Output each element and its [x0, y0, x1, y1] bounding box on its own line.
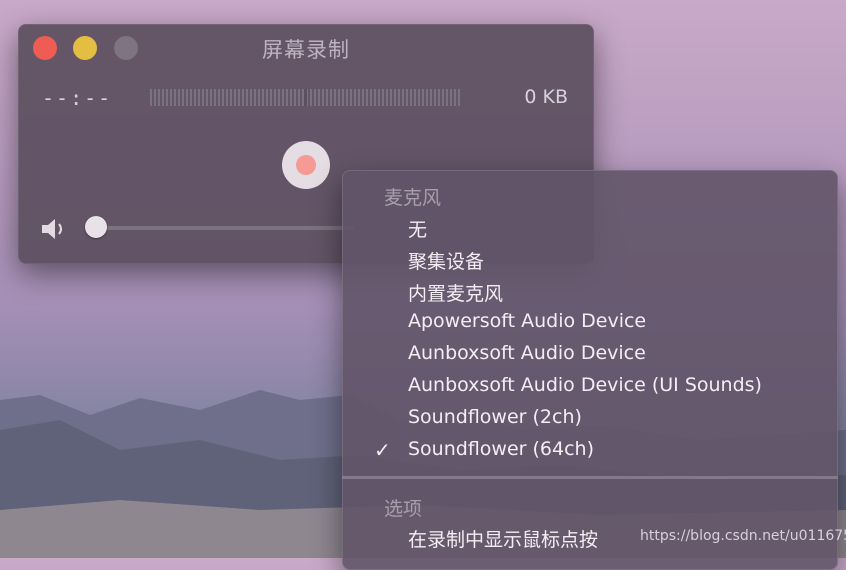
audio-level-meter	[150, 89, 462, 106]
menu-item-none[interactable]: 无	[408, 215, 427, 242]
checkmark-icon: ✓	[374, 438, 391, 462]
menu-item-show-mouse-clicks[interactable]: 在录制中显示鼠标点按	[408, 525, 598, 552]
record-dot-icon	[296, 155, 316, 175]
options-section-header: 选项	[384, 498, 423, 520]
menu-item-aunboxsoft[interactable]: Aunboxsoft Audio Device	[408, 342, 646, 364]
record-button[interactable]	[282, 141, 330, 189]
watermark: https://blog.csdn.net/u011675334	[640, 528, 846, 544]
menu-item-soundflower-64ch[interactable]: Soundflower (64ch)	[408, 438, 594, 460]
menu-item-aunboxsoft-ui-sounds[interactable]: Aunboxsoft Audio Device (UI Sounds)	[408, 374, 762, 396]
menu-item-aggregate-device[interactable]: 聚集设备	[408, 247, 484, 274]
window-title: 屏幕录制	[262, 38, 350, 62]
microphone-section-header: 麦克风	[384, 187, 442, 209]
elapsed-time: --:--	[42, 86, 113, 110]
menu-item-apowersoft[interactable]: Apowersoft Audio Device	[408, 310, 646, 332]
file-size: 0 KB	[524, 86, 568, 108]
menu-separator	[342, 476, 838, 479]
recording-options-menu: 麦克风 无 聚集设备 内置麦克风 Apowersoft Audio Device…	[342, 170, 838, 570]
volume-slider-knob[interactable]	[85, 216, 107, 238]
menu-item-built-in-mic[interactable]: 内置麦克风	[408, 279, 503, 306]
speaker-icon	[42, 219, 62, 239]
volume-slider-track[interactable]	[94, 226, 354, 230]
menu-item-soundflower-2ch[interactable]: Soundflower (2ch)	[408, 406, 582, 428]
